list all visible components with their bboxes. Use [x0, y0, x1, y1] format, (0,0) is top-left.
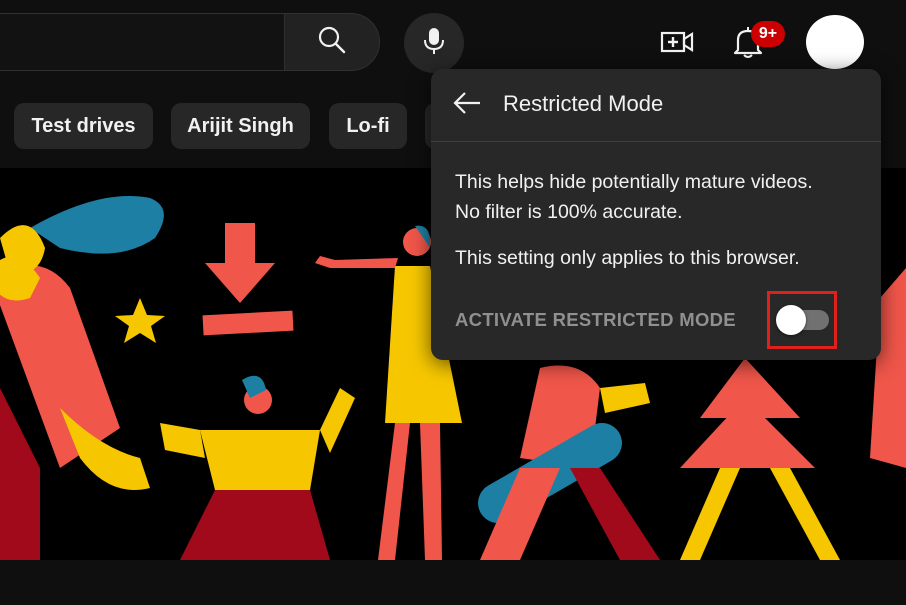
description-line-1: This helps hide potentially mature video… — [455, 171, 813, 193]
restricted-mode-panel: Restricted Mode This helps hide potentia… — [431, 69, 881, 360]
avatar[interactable] — [806, 15, 864, 69]
activate-restricted-mode-label: ACTIVATE RESTRICTED MODE — [455, 309, 736, 330]
create-video-icon — [660, 29, 694, 60]
search-button[interactable] — [284, 13, 380, 71]
panel-title: Restricted Mode — [503, 91, 664, 116]
back-arrow-icon — [452, 91, 482, 120]
back-button[interactable] — [449, 87, 485, 123]
voice-search-button[interactable] — [404, 13, 464, 73]
panel-description: This helps hide potentially mature video… — [455, 167, 865, 289]
microphone-icon — [422, 26, 446, 61]
notification-count-badge: 9+ — [751, 21, 785, 47]
panel-header: Restricted Mode — [431, 69, 881, 142]
toggle-knob[interactable] — [776, 305, 806, 335]
chip-arijit-singh[interactable]: Arijit Singh — [171, 103, 310, 149]
search-input[interactable] — [0, 13, 285, 71]
chip-test-drives[interactable]: Test drives — [14, 103, 153, 149]
search-icon — [317, 25, 347, 60]
create-button[interactable] — [656, 24, 698, 64]
chip-lo-fi[interactable]: Lo-fi — [329, 103, 407, 149]
browser-note: This setting only applies to this browse… — [455, 247, 800, 269]
description-line-2: No filter is 100% accurate. — [455, 201, 683, 223]
